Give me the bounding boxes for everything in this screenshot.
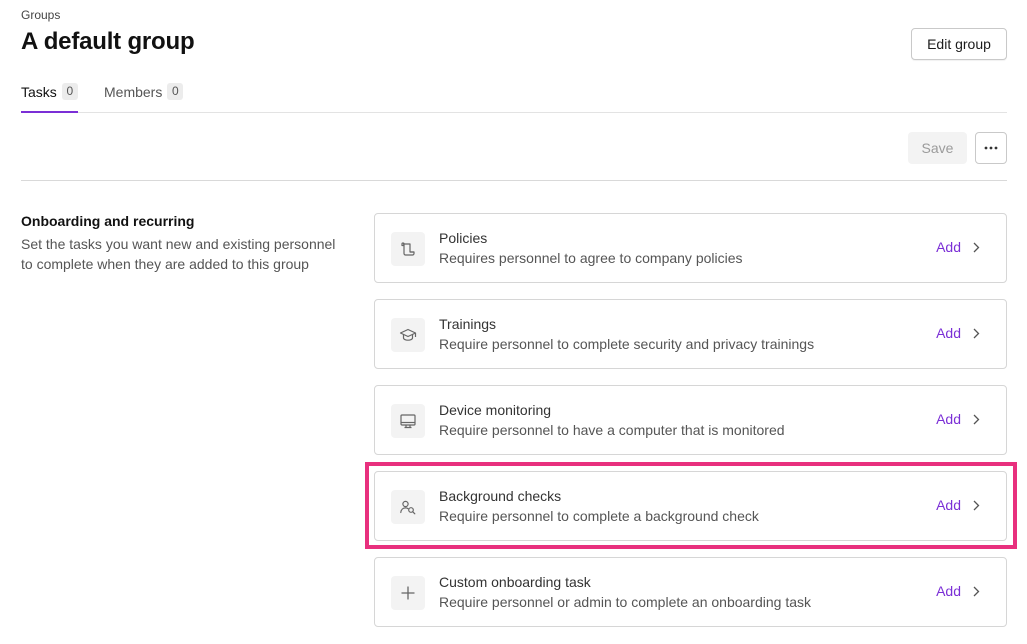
card-title: Device monitoring — [439, 402, 552, 418]
card-description: Require personnel to complete security a… — [439, 336, 815, 352]
tab-members-count: 0 — [167, 83, 184, 100]
card-title: Policies — [439, 230, 488, 246]
task-card-trainings[interactable]: Trainings Require personnel to complete … — [374, 299, 1007, 369]
group-detail-page: Groups A default group Edit group Tasks … — [0, 0, 1027, 644]
edit-group-button[interactable]: Edit group — [911, 28, 1007, 60]
add-label: Add — [936, 583, 961, 599]
card-description: Require personnel to complete a backgrou… — [439, 508, 759, 524]
add-label: Add — [936, 239, 961, 255]
card-title: Custom onboarding task — [439, 574, 591, 590]
card-description: Require personnel to have a computer tha… — [439, 422, 785, 438]
page-title: A default group — [21, 28, 195, 55]
tab-bar: Tasks 0 Members 0 — [21, 80, 1007, 113]
add-label: Add — [936, 411, 961, 427]
section-title: Onboarding and recurring — [21, 213, 195, 229]
person-search-icon — [391, 490, 425, 524]
graduation-cap-icon — [391, 318, 425, 352]
add-trainings-button[interactable]: Add — [936, 325, 980, 341]
card-title: Trainings — [439, 316, 497, 332]
chevron-right-icon — [973, 328, 980, 339]
task-card-device-monitoring[interactable]: Device monitoring Require personnel to h… — [374, 385, 1007, 455]
task-card-custom-onboarding[interactable]: Custom onboarding task Require personnel… — [374, 557, 1007, 627]
add-custom-task-button[interactable]: Add — [936, 583, 980, 599]
ellipsis-icon — [984, 146, 998, 150]
plus-icon — [391, 576, 425, 610]
task-card-policies[interactable]: Policies Requires personnel to agree to … — [374, 213, 1007, 283]
tab-members-label: Members — [104, 84, 163, 100]
save-button[interactable]: Save — [908, 132, 967, 164]
add-device-monitoring-button[interactable]: Add — [936, 411, 980, 427]
chevron-right-icon — [973, 242, 980, 253]
monitor-icon — [391, 404, 425, 438]
more-options-button[interactable] — [975, 132, 1007, 164]
breadcrumb[interactable]: Groups — [21, 8, 60, 22]
section-description: Set the tasks you want new and existing … — [21, 236, 336, 272]
section-divider — [21, 180, 1007, 181]
add-label: Add — [936, 497, 961, 513]
add-background-checks-button[interactable]: Add — [936, 497, 980, 513]
tab-tasks-count: 0 — [61, 83, 78, 100]
card-title: Background checks — [439, 488, 562, 504]
card-description: Require personnel or admin to complete a… — [439, 594, 812, 610]
chevron-right-icon — [973, 586, 980, 597]
add-policies-button[interactable]: Add — [936, 239, 980, 255]
card-description: Requires personnel to agree to company p… — [439, 250, 743, 266]
add-label: Add — [936, 325, 961, 341]
task-card-background-checks[interactable]: Background checks Require personnel to c… — [374, 471, 1007, 541]
tab-tasks[interactable]: Tasks 0 — [21, 83, 78, 113]
tab-members[interactable]: Members 0 — [104, 83, 184, 112]
tab-tasks-label: Tasks — [21, 84, 57, 100]
chevron-right-icon — [973, 414, 980, 425]
chevron-right-icon — [973, 500, 980, 511]
policy-scroll-icon — [391, 232, 425, 266]
